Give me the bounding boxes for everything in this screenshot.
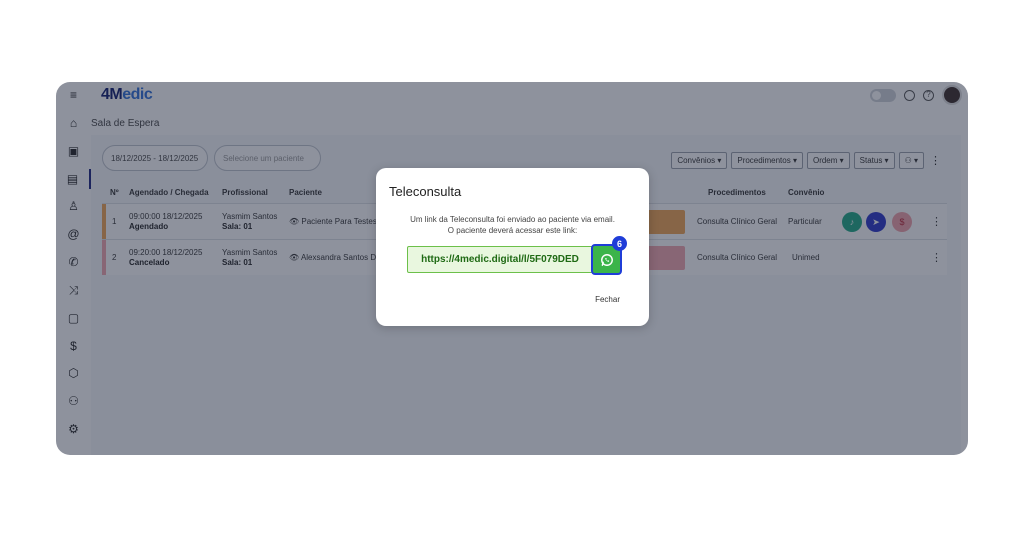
- modal-message-line1: Um link da Teleconsulta foi enviado ao p…: [410, 215, 615, 224]
- modal-message: Um link da Teleconsulta foi enviado ao p…: [376, 214, 649, 236]
- modal-title: Teleconsulta: [389, 184, 462, 199]
- modal-message-line2: O paciente deverá acessar este link:: [447, 226, 578, 235]
- close-button[interactable]: Fechar: [595, 295, 620, 304]
- step-badge: 6: [612, 236, 627, 251]
- teleconsulta-modal: Teleconsulta Um link da Teleconsulta foi…: [376, 168, 649, 326]
- teleconsulta-link[interactable]: https://4medic.digital/l/5F079DED: [407, 246, 593, 273]
- whatsapp-icon: [600, 253, 613, 266]
